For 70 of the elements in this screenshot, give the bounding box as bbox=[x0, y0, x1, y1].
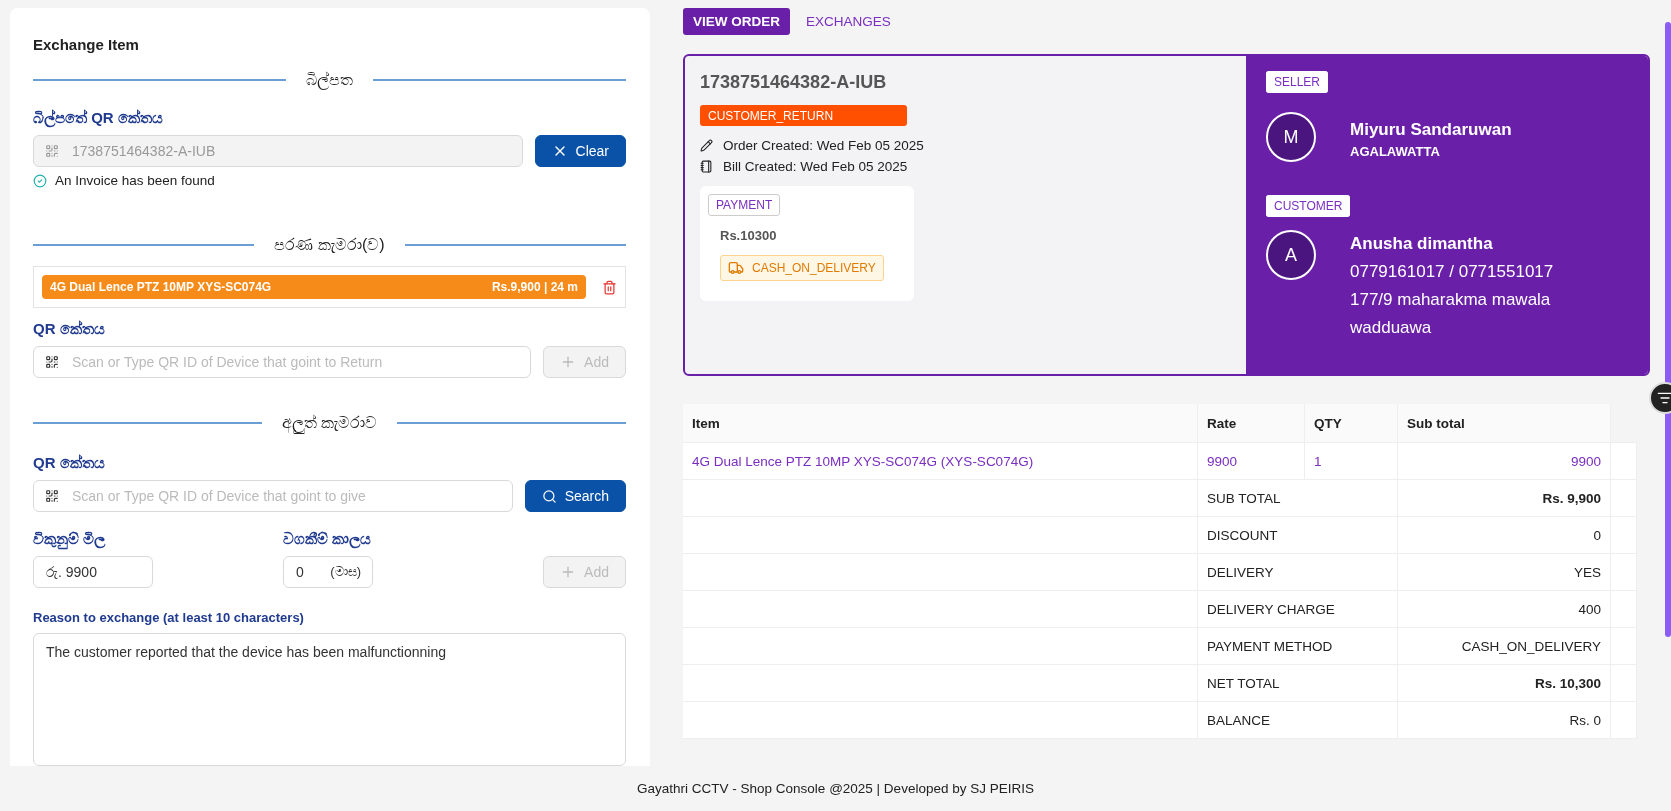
clear-button[interactable]: Clear bbox=[534, 135, 626, 167]
old-camera-item: 4G Dual Lence PTZ 10MP XYS-SC074G Rs.9,900 | 24 m bbox=[42, 275, 586, 299]
field-label: බිල්පතේ QR කේතය bbox=[33, 109, 164, 127]
customer-name: Anusha dimantha bbox=[1350, 233, 1494, 255]
summary-value: Rs. 10,300 bbox=[1398, 665, 1611, 702]
summary-label: DELIVERY bbox=[1198, 554, 1398, 591]
order-created-text: Order Created: Wed Feb 05 2025 bbox=[723, 138, 924, 153]
summary-label: PAYMENT METHOD bbox=[1198, 628, 1398, 665]
search-icon bbox=[541, 488, 557, 504]
customer-phone: 0779161017 / 0771551017 bbox=[1350, 261, 1555, 283]
summary-value: 0 bbox=[1398, 517, 1611, 554]
table-cell: 9900 bbox=[1198, 443, 1305, 480]
field-label: විකුනුම් මිල bbox=[33, 530, 283, 548]
truck-icon bbox=[728, 260, 744, 276]
payment-method-text: CASH_ON_DELIVERY bbox=[752, 261, 876, 275]
summary-label: BALANCE bbox=[1198, 702, 1398, 739]
qr-code-icon bbox=[45, 489, 59, 503]
order-type-badge: CUSTOMER_RETURN bbox=[700, 105, 907, 126]
column-header: Item bbox=[683, 404, 1198, 443]
summary-value: 400 bbox=[1398, 591, 1611, 628]
payment-tag: PAYMENT bbox=[708, 194, 781, 216]
bill-created-text: Bill Created: Wed Feb 05 2025 bbox=[723, 159, 908, 174]
summary-label: SUB TOTAL bbox=[1198, 480, 1398, 517]
avatar: M bbox=[1266, 112, 1316, 162]
table-cell: 1 bbox=[1305, 443, 1398, 480]
summary-label: DELIVERY CHARGE bbox=[1198, 591, 1398, 628]
check-circle-icon bbox=[33, 173, 47, 188]
section-heading: පරණ කැමරා(ව) bbox=[274, 236, 385, 254]
column-header: QTY bbox=[1305, 404, 1398, 443]
summary-label: NET TOTAL bbox=[1198, 665, 1398, 702]
summary-value: CASH_ON_DELIVERY bbox=[1398, 628, 1611, 665]
panel-title: Exchange Item bbox=[33, 36, 140, 53]
trash-icon[interactable] bbox=[602, 279, 617, 295]
seller-location: AGALAWATTA bbox=[1350, 144, 1441, 159]
return-qr-field[interactable]: Scan or Type QR ID of Device that goint to Return bbox=[33, 346, 532, 378]
footer-text: Gayathri CCTV - Shop Console @2025 | Developed by SJ PEIRIS bbox=[637, 781, 1034, 796]
table-cell: 4G Dual Lence PTZ 10MP XYS-SC074G (XYS-SC074G) bbox=[683, 443, 1198, 480]
column-header: Sub total bbox=[1398, 404, 1611, 443]
customer-address: 177/9 maharakma mawala wadduawa bbox=[1350, 289, 1552, 339]
column-header: Rate bbox=[1198, 404, 1305, 443]
summary-label: DISCOUNT bbox=[1198, 517, 1398, 554]
payment-amount: Rs.10300 bbox=[720, 228, 777, 243]
tab[interactable]: VIEW ORDER bbox=[683, 8, 790, 35]
section-heading: අලුත් කැමරාව bbox=[281, 414, 378, 432]
seller-tag: SELLER bbox=[1266, 71, 1329, 93]
price-field[interactable]: රු. 9900 bbox=[33, 556, 153, 588]
field-label: QR කේතය bbox=[33, 320, 106, 338]
avatar: A bbox=[1266, 230, 1316, 280]
reason-textarea[interactable]: The customer reported that the device has been malfunctionning bbox=[33, 633, 626, 766]
notebook-icon bbox=[700, 160, 713, 173]
order-id: 1738751464382-A-IUB bbox=[700, 72, 888, 93]
status-text: An Invoice has been found bbox=[55, 173, 215, 188]
summary-value: Rs. 0 bbox=[1398, 702, 1611, 739]
unit-text: (මාස) bbox=[330, 564, 361, 580]
qr-code-icon bbox=[45, 144, 59, 158]
summary-value: YES bbox=[1398, 554, 1611, 591]
pencil-icon bbox=[700, 139, 713, 152]
field-label: QR කේතය bbox=[33, 454, 106, 472]
summary-value: Rs. 9,900 bbox=[1398, 480, 1611, 517]
tab[interactable]: EXCHANGES bbox=[796, 8, 901, 35]
seller-name: Miyuru Sandaruwan bbox=[1350, 120, 1513, 140]
new-qr-field[interactable]: Scan or Type QR ID of Device that goint to give bbox=[33, 480, 513, 512]
search-button[interactable]: Search bbox=[524, 480, 626, 512]
customer-tag: CUSTOMER bbox=[1266, 195, 1351, 217]
list-icon bbox=[1657, 390, 1671, 406]
field-label: Reason to exchange (at least 10 characters) bbox=[33, 610, 305, 625]
qr-code-icon bbox=[45, 355, 59, 369]
field-label: වගකීම් කාලය bbox=[283, 530, 373, 548]
table-cell: 9900 bbox=[1398, 443, 1611, 480]
section-heading: බිල්පත bbox=[306, 71, 353, 89]
